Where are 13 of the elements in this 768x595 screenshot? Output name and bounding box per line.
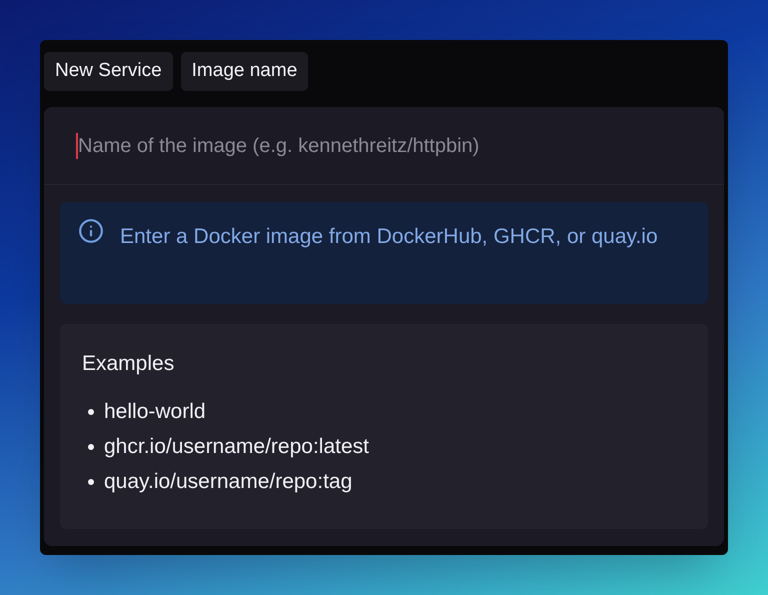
breadcrumb-chip[interactable]: Image name [180, 52, 308, 91]
bullet-icon [88, 478, 94, 484]
breadcrumb-chip[interactable]: New Service [44, 52, 173, 91]
examples-title: Examples [82, 351, 176, 377]
example-item: hello-world [104, 398, 206, 425]
bullet-icon [88, 408, 94, 414]
info-text: Enter a Docker image from DockerHub, GHCR, or quay.io [120, 224, 658, 250]
image-name-input[interactable]: Name of the image (e.g. kennethreitz/httpbin) [78, 130, 704, 160]
bullet-icon [88, 444, 94, 450]
example-item: quay.io/username/repo:tag [104, 468, 352, 495]
example-item: ghcr.io/username/repo:latest [104, 434, 369, 460]
info-icon [78, 218, 104, 244]
text-cursor [76, 132, 78, 158]
